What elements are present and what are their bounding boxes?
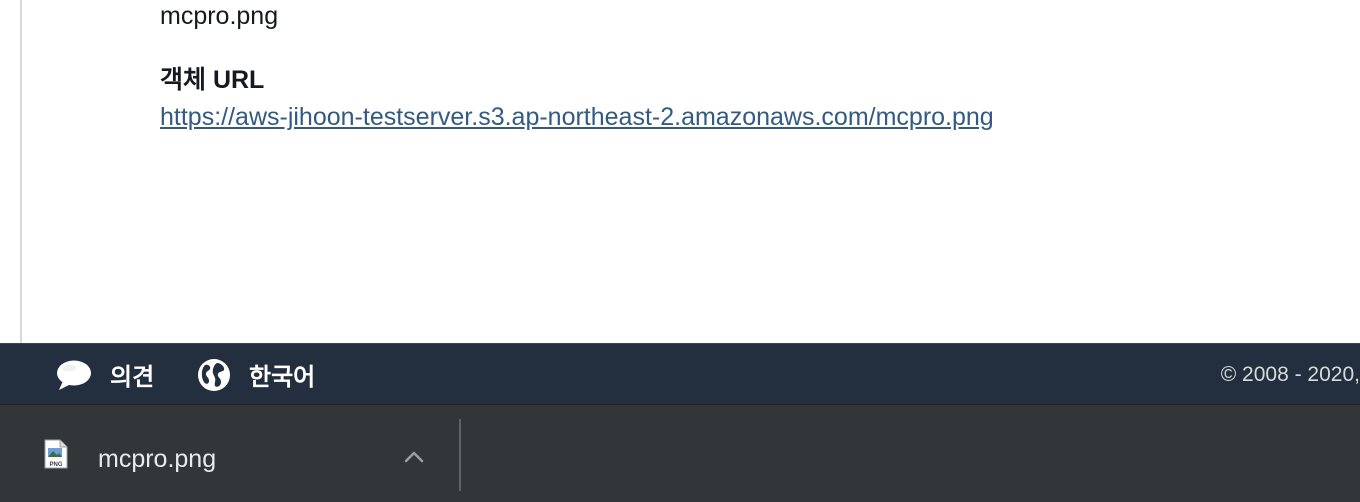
chevron-up-icon[interactable] [400, 443, 428, 471]
page: mcpro.png 객체 URL https://aws-jihoon-test… [0, 0, 1360, 502]
object-url-label: 객체 URL [160, 66, 265, 94]
object-url-link[interactable]: https://aws-jihoon-testserver.s3.ap-nort… [160, 103, 994, 131]
feedback-label: 의견 [110, 364, 155, 391]
object-name: mcpro.png [160, 2, 279, 30]
png-file-icon: PNG [44, 439, 68, 469]
download-item[interactable]: PNG mcpro.png [0, 405, 460, 502]
language-label: 한국어 [249, 364, 316, 391]
language-selector[interactable]: 한국어 [197, 344, 315, 405]
speech-bubble-icon [57, 360, 91, 390]
shelf-divider [459, 419, 461, 491]
download-shelf: PNG mcpro.png [0, 404, 1360, 502]
object-details-panel: mcpro.png 객체 URL https://aws-jihoon-test… [0, 0, 1360, 343]
panel-left-border [20, 0, 22, 343]
console-footer: 의견 한국어 © 2008 - 2020, [0, 343, 1360, 404]
downloaded-file-name: mcpro.png [98, 445, 217, 473]
copyright-text: © 2008 - 2020, [1220, 362, 1360, 386]
globe-icon [198, 358, 230, 391]
file-type-badge: PNG [49, 462, 62, 468]
feedback-button[interactable]: 의견 [56, 344, 154, 405]
